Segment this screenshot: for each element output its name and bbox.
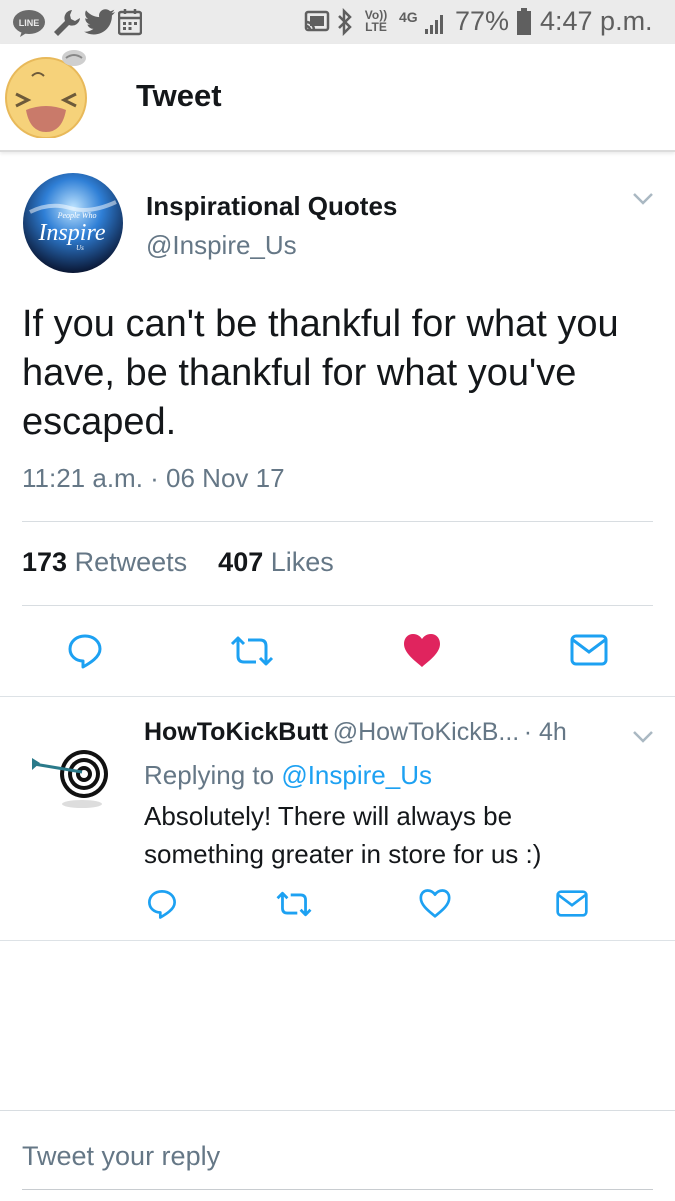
like-icon-filled[interactable]: [402, 632, 442, 668]
reply-header: HowToKickButt @HowToKickB... · 4h: [144, 718, 567, 747]
svg-text:LINE: LINE: [19, 18, 40, 28]
avatar-small-bottom: Us: [76, 244, 84, 252]
avatar-small-top: People Who: [57, 211, 97, 220]
divider: [22, 605, 653, 606]
divider: [0, 696, 675, 697]
volte-icon: Vo)) LTE: [364, 8, 388, 34]
retweet-icon[interactable]: [228, 634, 276, 668]
reply-text-line: something greater in store for us :): [144, 839, 542, 869]
replying-to-link[interactable]: @Inspire_Us: [281, 760, 432, 790]
retweet-label[interactable]: Retweets: [75, 547, 188, 577]
reply-icon[interactable]: [66, 632, 104, 670]
status-time: 4:47 p.m.: [540, 6, 653, 36]
author-avatar[interactable]: People Who Inspire Us: [22, 172, 124, 274]
reply-input-underline: [22, 1189, 653, 1190]
tweet-stats: 173 Retweets 407 Likes: [22, 547, 334, 578]
tweet-timestamp: 11:21 a.m. · 06 Nov 17: [22, 463, 285, 493]
like-label[interactable]: Likes: [271, 547, 334, 577]
reply-text: Absolutely! There will always be somethi…: [144, 797, 541, 873]
line-icon: LINE: [13, 10, 45, 37]
reply-icon[interactable]: [146, 888, 178, 920]
tweet-text: If you can't be thankful for what you ha…: [22, 303, 619, 443]
avatar-logo-text: Inspire: [37, 220, 105, 246]
author-handle[interactable]: @Inspire_Us: [146, 230, 297, 261]
reply-composer[interactable]: Tweet your reply: [0, 1110, 675, 1201]
cast-icon: [304, 10, 330, 32]
replying-to-line: Replying to @Inspire_Us: [144, 760, 432, 791]
page-title: Tweet: [136, 78, 222, 113]
battery-percent: 77%: [455, 6, 510, 36]
share-mail-icon[interactable]: [570, 634, 608, 666]
signal-icon: [425, 15, 443, 34]
share-mail-icon[interactable]: [556, 890, 588, 917]
status-bar: LINE Vo)) LTE 4G 77% 4:47 p.m.: [0, 0, 675, 44]
reply-author-name[interactable]: HowToKickButt: [144, 718, 328, 746]
top-app-bar: Tweet: [0, 44, 675, 152]
reply-age: · 4h: [523, 718, 567, 746]
reply-text-line: Absolutely! There will always be: [144, 801, 513, 831]
battery-icon: [517, 8, 531, 35]
chevron-down-icon[interactable]: [632, 192, 654, 206]
divider: [22, 521, 653, 522]
retweet-icon[interactable]: [274, 890, 314, 918]
network-type: 4G: [399, 9, 418, 25]
retweet-count[interactable]: 173: [22, 547, 67, 577]
replying-prefix: Replying to: [144, 760, 275, 790]
reply-input[interactable]: Tweet your reply: [22, 1141, 220, 1172]
wrench-icon: [54, 10, 80, 36]
like-count[interactable]: 407: [218, 547, 263, 577]
like-icon[interactable]: [418, 888, 452, 918]
twitter-bird-icon: [84, 9, 115, 35]
divider: [0, 940, 675, 941]
reply-author-handle[interactable]: @HowToKickB...: [333, 718, 520, 746]
bluetooth-icon: [338, 8, 352, 36]
chevron-down-icon[interactable]: [632, 730, 654, 744]
profile-avatar[interactable]: [2, 48, 92, 138]
reply-author-avatar[interactable]: [24, 728, 116, 820]
author-name[interactable]: Inspirational Quotes: [146, 191, 397, 222]
calendar-icon: [118, 9, 142, 36]
